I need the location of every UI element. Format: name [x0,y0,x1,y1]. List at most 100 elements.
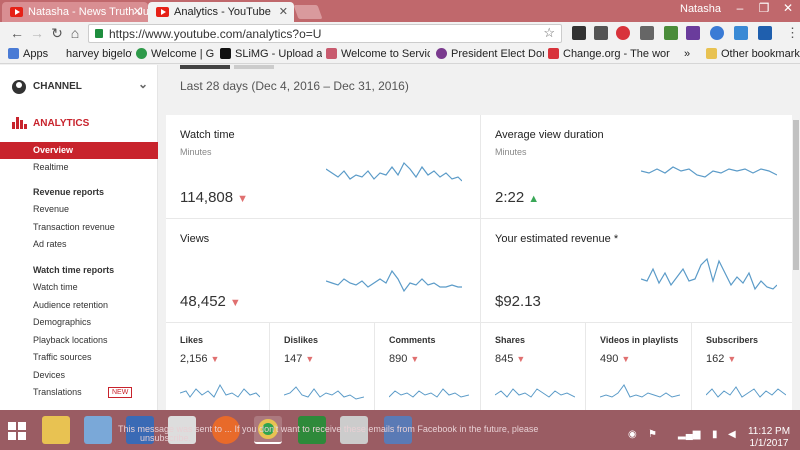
sidebar-item-traffic-sources[interactable]: Traffic sources [0,349,158,366]
views-card[interactable]: Views 48,452 ▼ [166,219,481,323]
chevron-down-icon[interactable]: ⌄ [138,77,148,91]
close-icon[interactable]: ✕ [133,2,142,22]
card-title: Your estimated revenue * [495,233,619,245]
dislikes-card[interactable]: Dislikes 147 ▼ [270,323,375,410]
close-window-icon[interactable]: ✕ [776,1,800,15]
likes-card[interactable]: Likes 2,156 ▼ [166,323,270,410]
sidebar-item-playback-locations[interactable]: Playback locations [0,332,158,349]
minimize-icon[interactable]: – [728,1,752,15]
new-tab-button[interactable] [293,5,323,19]
bookmark-item[interactable]: SLiMG - Upload and S [220,47,322,61]
sidebar-item-translations[interactable]: Translations NEW [0,384,158,401]
adblock-icon[interactable] [616,26,630,40]
trend-down-icon: ▼ [410,354,420,364]
revenue-sparkline [641,257,777,291]
signal-icon[interactable]: ▂▄▆ [678,429,700,440]
tab-title: Natasha - News Truth Ju [28,6,148,18]
back-icon[interactable]: ← [8,24,26,42]
system-clock[interactable]: 11:12 PM 1/1/2017 [744,426,794,450]
sidebar-item-demographics[interactable]: Demographics [0,314,158,331]
control-panel-icon[interactable] [84,416,112,444]
avg-view-duration-card[interactable]: Average view duration Minutes 2:22 ▲ [481,115,799,219]
channel-menu[interactable]: CHANNEL ⌄ [12,77,148,95]
card-title: Comments [389,335,436,345]
reload-icon[interactable]: ↻ [48,24,66,42]
watch-time-sparkline [326,161,462,182]
sidebar-item-overview[interactable]: Overview [0,142,158,159]
extension-icon[interactable] [758,26,772,40]
browser-toolbar: ← → ↻ ⌂ https://www.youtube.com/analytic… [0,22,800,44]
card-value: 2:22 ▲ [495,189,540,206]
battery-icon[interactable]: ▮ [712,429,718,440]
card-value: 162 ▼ [706,353,737,365]
sidebar-item-transaction-revenue[interactable]: Transaction revenue [0,219,158,236]
menu-icon[interactable]: ⋮ [786,25,799,41]
restore-icon[interactable]: ❐ [752,1,776,15]
bookmark-item[interactable]: Welcome to Service C [326,47,430,61]
windows-taskbar: This message was sent to ... If you don'… [0,410,800,450]
windows-start-icon[interactable] [8,422,26,440]
globe-icon [136,48,147,59]
tab-natasha[interactable]: Natasha - News Truth Ju ✕ [2,2,148,22]
extension-icon[interactable] [734,26,748,40]
analytics-menu[interactable]: ANALYTICS [12,116,152,132]
extension-icon[interactable] [664,26,678,40]
shares-card[interactable]: Shares 845 ▼ [481,323,586,410]
trend-down-icon: ▼ [229,297,241,309]
watch-time-card[interactable]: Watch time Minutes 114,808 ▼ [166,115,481,219]
bookmark-item[interactable]: Welcome | Gab [136,47,214,61]
extension-icon[interactable] [594,26,608,40]
avg-view-sparkline [641,166,777,178]
videos-in-playlists-card[interactable]: Videos in playlists 490 ▼ [586,323,692,410]
extension-icon[interactable] [710,26,724,40]
tab-analytics[interactable]: Analytics - YouTube ✕ [148,2,294,22]
extension-icon[interactable] [572,26,586,40]
bookmark-item[interactable]: harvey bigelow [66,47,132,61]
watch-time-reports-heading: Watch time reports [33,265,115,275]
file-explorer-icon[interactable] [42,416,70,444]
bookmarks-bar: Apps harvey bigelow Welcome | Gab SLiMG … [0,44,800,64]
sidebar-item-devices[interactable]: Devices [0,367,158,384]
subscribers-sparkline [706,386,786,398]
card-subtitle: Minutes [495,147,527,157]
home-icon[interactable]: ⌂ [66,24,84,42]
bookmark-item[interactable]: President Elect Donal [436,47,544,61]
sidebar-item-ad-rates[interactable]: Ad rates [0,236,158,253]
extension-icon[interactable] [686,26,700,40]
profile-name[interactable]: Natasha [680,3,721,15]
subscribers-card[interactable]: Subscribers 162 ▼ [692,323,799,410]
date-range[interactable]: Last 28 days (Dec 4, 2016 – Dec 31, 2016… [180,79,409,93]
comments-card[interactable]: Comments 890 ▼ [375,323,481,410]
trend-down-icon: ▼ [727,354,737,364]
sidebar-item-watch-time[interactable]: Watch time [0,279,158,296]
page-scrollbar[interactable] [792,65,800,410]
close-icon[interactable]: ✕ [279,2,288,22]
url-text[interactable]: https://www.youtube.com/analytics?o=U [109,27,321,41]
views-sparkline [326,269,462,293]
estimated-revenue-card[interactable]: Your estimated revenue * $92.13 [481,219,799,323]
scrollbar-thumb[interactable] [793,120,799,270]
bookmark-apps[interactable]: Apps [8,47,48,61]
extension-icon[interactable] [640,26,654,40]
bookmark-item[interactable]: Change.org - The wor [548,47,676,61]
forward-icon[interactable]: → [28,24,46,42]
video-thumbnail [180,65,230,69]
sidebar: CHANNEL ⌄ ANALYTICS Overview Realtime Re… [0,65,158,410]
card-value: 114,808 ▼ [180,189,248,206]
address-bar[interactable]: https://www.youtube.com/analytics?o=U ☆ [88,24,562,43]
trend-down-icon: ▼ [621,354,631,364]
analytics-main: Last 28 days (Dec 4, 2016 – Dec 31, 2016… [166,65,800,410]
volume-icon[interactable]: ◀ [728,429,736,440]
sidebar-item-realtime[interactable]: Realtime [0,159,158,176]
trend-down-icon: ▼ [516,354,526,364]
flag-icon[interactable]: ⚑ [648,429,657,440]
chrome-tray-icon[interactable]: ◉ [628,429,637,440]
sidebar-item-audience-retention[interactable]: Audience retention [0,297,158,314]
card-title: Shares [495,335,526,345]
star-icon[interactable]: ☆ [543,25,555,41]
other-bookmarks[interactable]: Other bookmarks [706,47,800,61]
title-bar: Natasha - News Truth Ju ✕ Analytics - Yo… [0,0,800,22]
sidebar-item-revenue[interactable]: Revenue [0,201,158,218]
bookmarks-overflow[interactable]: » [684,47,690,61]
change-org-icon [548,48,559,59]
